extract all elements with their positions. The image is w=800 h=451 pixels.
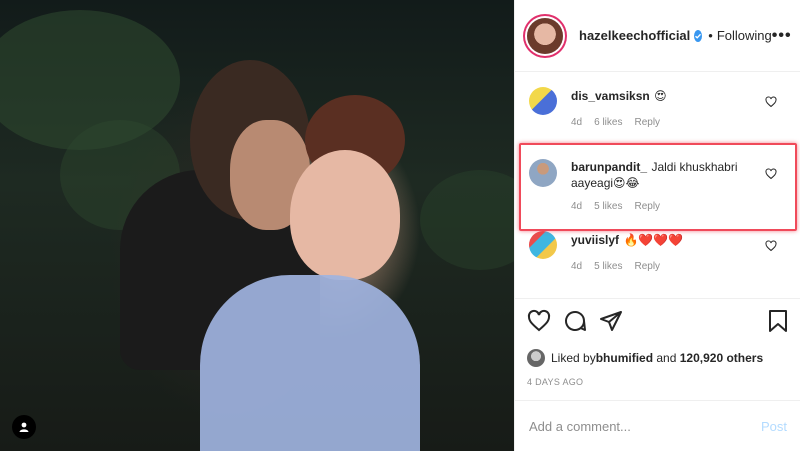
likes-count[interactable]: 120,920 others	[680, 351, 763, 365]
share-icon[interactable]	[599, 309, 623, 338]
photo-subject-woman-face	[290, 150, 400, 280]
post-photo[interactable]	[0, 0, 514, 451]
comment-age: 4d	[571, 201, 583, 212]
post-actions: Liked by bhumified and 120,920 others 4 …	[515, 298, 800, 387]
comment-icon[interactable]	[563, 309, 587, 338]
comment-username[interactable]: dis_vamsiksn	[571, 89, 650, 103]
reply-link[interactable]: Reply	[634, 261, 660, 272]
comment-item: barunpandit_ Jaldi khuskhabri aayeagi😍😂 …	[515, 145, 800, 217]
comment-username[interactable]: barunpandit_	[571, 160, 647, 174]
post-button[interactable]: Post	[761, 419, 787, 434]
comment-item: yuviislyf 🔥❤️❤️❤️ 4d 5 likes Reply	[515, 217, 800, 289]
separator-dot: •	[708, 28, 713, 43]
commenter-avatar[interactable]	[529, 159, 557, 187]
heart-icon[interactable]	[765, 239, 777, 257]
account-handle[interactable]: hazelkeechofficial	[579, 28, 690, 43]
add-comment-bar: Post	[515, 400, 800, 451]
commenter-avatar[interactable]	[529, 231, 557, 259]
reply-link[interactable]: Reply	[634, 117, 660, 128]
comment-item: dis_vamsiksn 😍 4d 6 likes Reply	[515, 73, 800, 145]
post-header: hazelkeechofficial • Following •••	[515, 0, 800, 72]
user-tag-icon[interactable]	[12, 415, 36, 439]
heart-icon[interactable]	[765, 167, 777, 185]
likes-summary: Liked by bhumified and 120,920 others	[527, 349, 789, 367]
comment-age: 4d	[571, 261, 583, 272]
liker-username[interactable]: bhumified	[596, 351, 653, 365]
comment-list[interactable]: dis_vamsiksn 😍 4d 6 likes Reply barunpan…	[515, 73, 800, 298]
comment-age: 4d	[571, 117, 583, 128]
comment-text: 🔥❤️❤️❤️	[623, 233, 684, 247]
account-avatar[interactable]	[527, 17, 563, 54]
foliage-decoration	[420, 170, 514, 270]
following-button[interactable]: Following	[717, 28, 772, 43]
commenter-avatar[interactable]	[529, 87, 557, 115]
comment-text: 😍	[654, 89, 667, 103]
comment-username[interactable]: yuviislyf	[571, 233, 619, 247]
liker-avatar[interactable]	[527, 349, 545, 367]
comment-likes[interactable]: 6 likes	[594, 117, 622, 128]
post-date[interactable]: 4 DAYS AGO	[527, 377, 789, 387]
more-icon[interactable]: •••	[772, 27, 792, 45]
bookmark-icon[interactable]	[767, 309, 789, 338]
post-sidebar: hazelkeechofficial • Following ••• dis_v…	[514, 0, 800, 451]
comment-likes[interactable]: 5 likes	[594, 261, 622, 272]
comment-input[interactable]	[529, 418, 761, 434]
reply-link[interactable]: Reply	[634, 201, 660, 212]
photo-subject-woman	[200, 275, 420, 451]
verified-icon	[694, 29, 703, 42]
likes-and: and	[653, 351, 680, 365]
comment-likes[interactable]: 5 likes	[594, 201, 622, 212]
like-heart-icon[interactable]	[527, 309, 551, 338]
likes-prefix: Liked by	[551, 351, 596, 365]
heart-icon[interactable]	[765, 95, 777, 113]
